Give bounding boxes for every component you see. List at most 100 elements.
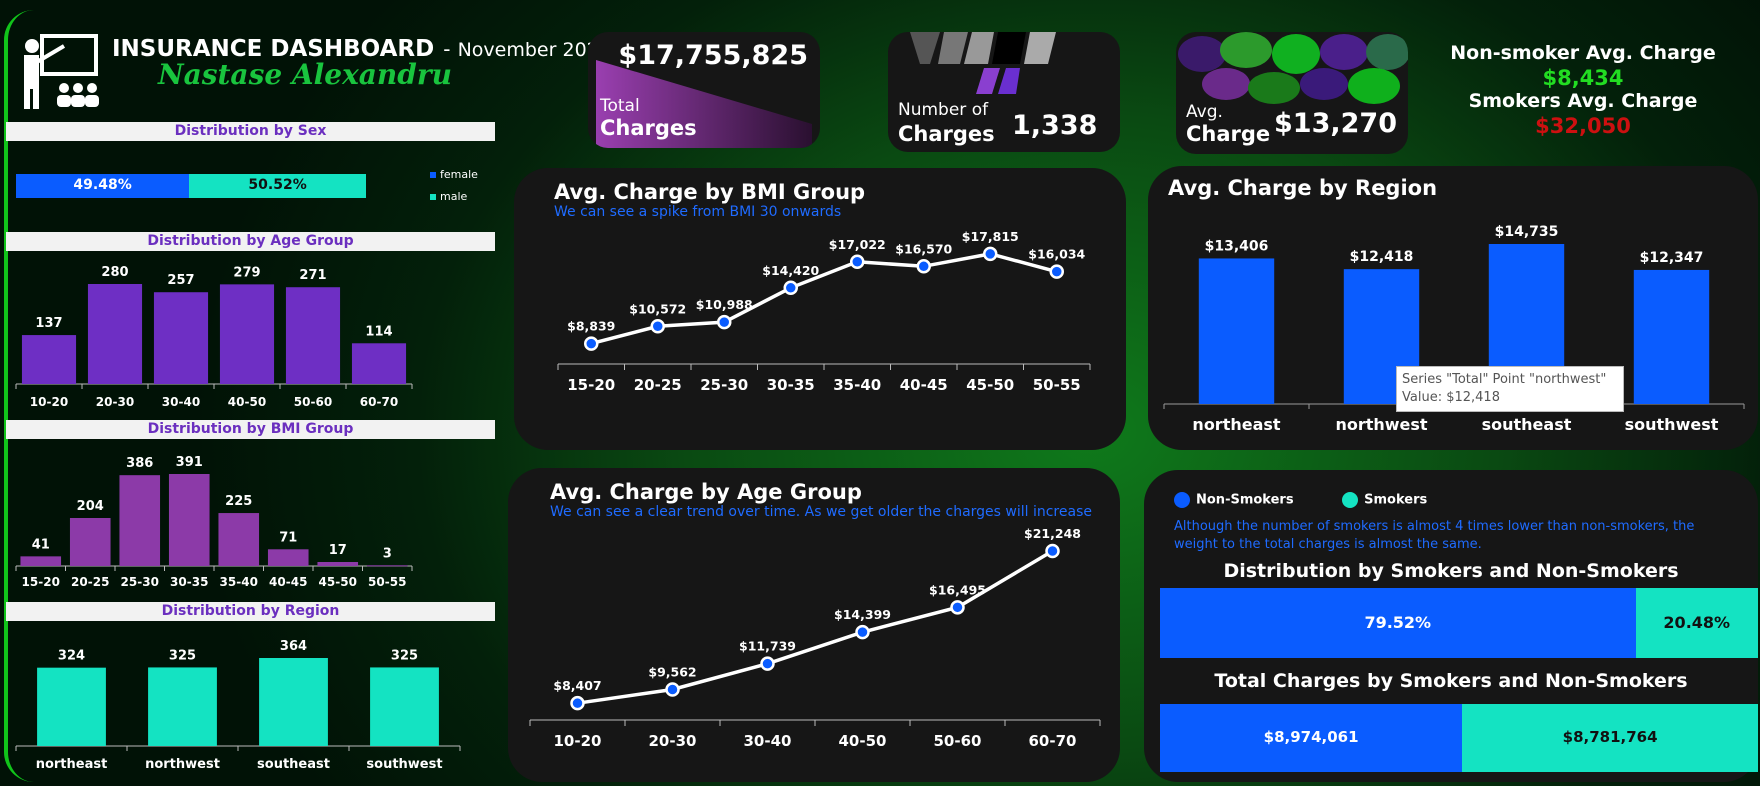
point-20-25 xyxy=(650,319,665,334)
tick-label: 30-35 xyxy=(170,575,208,589)
tick-label: 35-40 xyxy=(220,575,258,589)
tick-label: 50-60 xyxy=(934,732,982,750)
tick-label: 40-50 xyxy=(228,395,266,409)
dashboard: INSURANCE DASHBOARD - November 2023 Nast… xyxy=(0,0,1760,786)
tick-label: northwest xyxy=(145,757,220,772)
data-label: $14,420 xyxy=(762,263,819,278)
point-15-20 xyxy=(584,336,599,351)
data-label: 225 xyxy=(225,494,252,509)
data-label: $11,739 xyxy=(739,639,796,654)
avg-bmi-card: Avg. Charge by BMI Group We can see a sp… xyxy=(514,168,1126,450)
bar-southwest xyxy=(1633,269,1710,404)
total-charges-value: $17,755,825 xyxy=(618,40,808,71)
legend-dot-nonsmokers xyxy=(1174,492,1190,508)
legend-label-female: female xyxy=(440,168,478,181)
data-label: $12,347 xyxy=(1640,250,1704,266)
point-40-50 xyxy=(855,624,870,640)
tick-label: northwest xyxy=(1335,415,1427,434)
data-label: 71 xyxy=(279,530,297,545)
point-60-70 xyxy=(1045,543,1060,559)
author-name: Nastase Alexandru xyxy=(158,58,452,91)
age-distribution-chart: 137 10-20 280 20-30 257 30-40 279 40-50 271 50-60… xyxy=(15,265,413,409)
avg-charge-value: $13,270 xyxy=(1274,108,1397,139)
tick-label: 20-30 xyxy=(649,732,697,750)
legend-swatch-female xyxy=(430,172,436,178)
tick-label: 35-40 xyxy=(833,376,881,394)
tick-label: 40-45 xyxy=(269,575,307,589)
point-10-20 xyxy=(570,695,585,711)
tick-label: 15-20 xyxy=(567,376,615,394)
data-label: 386 xyxy=(126,456,153,471)
avg-region-title: Avg. Charge by Region xyxy=(1168,176,1438,200)
data-label: $16,495 xyxy=(929,582,986,597)
data-label: 41 xyxy=(32,537,50,552)
data-label: 279 xyxy=(233,265,260,280)
series-line xyxy=(577,549,1054,705)
tick-label: 60-70 xyxy=(1029,732,1077,750)
bar-10-20 xyxy=(21,335,77,384)
total-charges-label-1: Total xyxy=(600,96,640,116)
bar-30-40 xyxy=(153,292,209,384)
data-label: 364 xyxy=(280,639,307,654)
nonsmoker-avg-label: Non-smoker Avg. Charge xyxy=(1450,42,1716,64)
tick-label: 40-50 xyxy=(839,732,887,750)
nonsmoker-avg-value: $8,434 xyxy=(1542,66,1624,90)
data-label: 280 xyxy=(101,265,128,280)
smokers-note: Although the number of smokers is almost… xyxy=(1174,519,1695,552)
tick-label: 20-30 xyxy=(96,395,134,409)
smoker-total-title: Total Charges by Smokers and Non-Smokers xyxy=(1214,670,1688,692)
avg-age-card: Avg. Charge by Age Group We can see a cl… xyxy=(508,468,1120,782)
point-20-30 xyxy=(665,682,680,697)
sex-label-male: 50.52% xyxy=(248,177,307,193)
tick-label: 30-35 xyxy=(767,376,815,394)
sex-legend: female male xyxy=(430,168,478,203)
tick-label: southwest xyxy=(366,757,442,772)
smoker-avg-value: $32,050 xyxy=(1535,114,1631,138)
tick-label: 50-55 xyxy=(1033,376,1081,394)
bar-40-50 xyxy=(219,284,275,384)
section-distribution-by-region: Distribution by Region xyxy=(6,602,495,621)
bar-40-45 xyxy=(267,549,309,566)
tick-label: northeast xyxy=(36,757,108,772)
smoker-distribution-label-nonsmokers: 79.52% xyxy=(1364,613,1432,632)
bar-50-60 xyxy=(285,287,341,384)
data-label: $10,572 xyxy=(629,301,686,316)
data-label: 114 xyxy=(365,324,392,339)
data-label: $8,839 xyxy=(567,319,615,334)
section-distribution-by-age: Distribution by Age Group xyxy=(6,232,495,251)
avg-age-note: We can see a clear trend over time. As w… xyxy=(550,504,1092,520)
point-50-60 xyxy=(950,600,965,615)
number-of-charges-label-1: Number of xyxy=(898,100,989,120)
bar-southwest xyxy=(370,667,439,746)
data-label: 271 xyxy=(299,268,326,283)
section-distribution-by-sex: Distribution by Sex xyxy=(6,122,495,141)
data-label: 325 xyxy=(391,648,418,663)
point-25-30 xyxy=(717,314,732,330)
region-distribution-chart: 324 northeast 325 northwest 364 southeast 325 s… xyxy=(15,639,461,772)
smoker-distribution-chart: 79.52% 20.48% xyxy=(1160,588,1758,658)
section-distribution-by-bmi: Distribution by BMI Group xyxy=(6,420,495,439)
tick-label: 25-30 xyxy=(121,575,159,589)
bar-30-35 xyxy=(168,474,210,566)
smoker-total-label-nonsmokers: $8,974,061 xyxy=(1263,728,1359,746)
data-label: $14,735 xyxy=(1495,224,1559,240)
tick-label: 10-20 xyxy=(30,395,68,409)
avg-bmi-title: Avg. Charge by BMI Group xyxy=(554,180,866,204)
tick-label: 15-20 xyxy=(22,575,60,589)
legend-swatch-male xyxy=(430,194,436,200)
bar-20-30 xyxy=(87,284,143,384)
avg-charge-bubbles-graphic xyxy=(1178,32,1408,104)
bar-45-50 xyxy=(317,562,359,566)
tick-label: northeast xyxy=(1192,415,1280,434)
bar-60-70 xyxy=(351,343,407,384)
bar-20-25 xyxy=(69,518,111,566)
legend-label-male: male xyxy=(440,190,468,203)
point-35-40 xyxy=(850,254,865,270)
point-30-35 xyxy=(783,280,798,296)
total-charges-label-2: Charges xyxy=(600,116,697,140)
number-of-charges-value: 1,338 xyxy=(1012,110,1098,141)
tick-label: 60-70 xyxy=(360,395,398,409)
data-label: 204 xyxy=(77,499,104,514)
tooltip-value-line: Value: $12,418 xyxy=(1402,390,1500,405)
bar-northeast xyxy=(1198,258,1275,404)
